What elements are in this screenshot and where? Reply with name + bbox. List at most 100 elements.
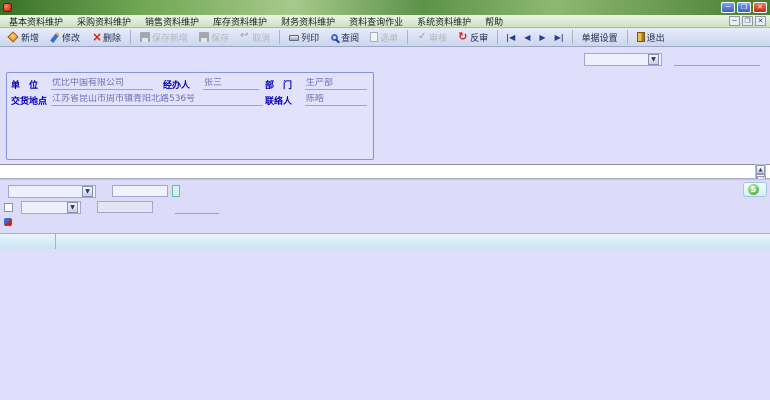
hint-icon	[4, 218, 12, 226]
form-field-label: 联络人	[265, 96, 293, 107]
chevron-down-icon[interactable]: ▼	[67, 201, 78, 213]
toolbar-separator	[571, 30, 573, 44]
ime-toolbar[interactable]: S	[743, 182, 767, 197]
new-icon	[7, 31, 19, 43]
toolbar-button-label: 修改	[62, 33, 81, 44]
toolbar-button-单据设置[interactable]: 单据设置	[577, 29, 623, 46]
form-field-1-1: 联络人 陈皓	[265, 94, 369, 107]
toolbar-button-查阅[interactable]: 查阅	[325, 29, 364, 46]
maker-value	[175, 201, 219, 214]
exit-icon	[636, 32, 645, 42]
bank-combo[interactable]: ▼	[21, 200, 81, 214]
save-icon	[199, 32, 210, 42]
toolbar-button-label: 取消	[252, 33, 271, 44]
mdi-restore-button[interactable]: ❐	[742, 16, 753, 26]
toolbar-button-选单: 选单	[365, 29, 403, 46]
sale-no-value[interactable]	[674, 53, 760, 66]
app-icon	[3, 3, 12, 12]
toolbar-button-label: |◀	[506, 32, 516, 42]
toolbar-separator	[626, 30, 628, 44]
form-field-label: 单 位	[11, 80, 39, 91]
form-field-value[interactable]: 张三	[203, 78, 259, 90]
payment-method-combo[interactable]: ▼	[8, 184, 96, 198]
toolbar-button-退出[interactable]: 退出	[632, 29, 670, 46]
totals-bar	[0, 164, 770, 179]
toolbar-button-label: 保存新增	[152, 33, 189, 44]
form-field-1-0: 交货地点 江苏省昆山市周市镇青阳北路536号	[11, 94, 265, 107]
form-row: 交货地点 江苏省昆山市周市镇青阳北路536号 联络人 陈皓	[11, 92, 369, 108]
ime-logo-icon[interactable]: S	[748, 184, 759, 195]
toolbar-button-label: 查阅	[341, 33, 360, 44]
chevron-down-icon[interactable]: ▼	[648, 54, 659, 65]
bottom-panel: ▼ ▼ S	[0, 179, 770, 233]
toolbar-button-删除[interactable]: 删除	[86, 29, 126, 46]
toolbar-button-label: ◀	[524, 32, 531, 42]
minimize-button[interactable]: ─	[721, 2, 735, 13]
form-field-value[interactable]: 江苏省昆山市周市镇青阳北路536号	[51, 94, 263, 106]
scroll-up-icon[interactable]: ▲	[756, 165, 765, 174]
currency-badge[interactable]	[172, 185, 180, 197]
title-bar: ─ ❐ ✕	[0, 0, 770, 15]
toolbar-button-修改[interactable]: 修改	[45, 29, 85, 46]
menu-item-6[interactable]: 系统资料维护	[410, 15, 478, 28]
bank-checkbox[interactable]	[4, 202, 13, 212]
menu-item-7[interactable]: 帮助	[478, 15, 510, 28]
form-field-label: 交货地点	[11, 96, 48, 107]
savenew-icon	[140, 32, 151, 42]
nav-button-16[interactable]: ◀	[520, 31, 534, 44]
menu-item-2[interactable]: 销售资料维护	[138, 15, 206, 28]
doc-header: ▼	[0, 47, 770, 72]
menu-item-0[interactable]: 基本资料维护	[2, 15, 70, 28]
view-icon	[331, 33, 339, 41]
form-field-0-1: 经办人 张三	[163, 78, 265, 91]
menu-item-5[interactable]: 资料查询作业	[342, 15, 410, 28]
menu-item-1[interactable]: 采购资料维护	[70, 15, 138, 28]
menu-item-4[interactable]: 财务资料维护	[274, 15, 342, 28]
toolbar-separator	[279, 30, 281, 44]
mdi-minimize-button[interactable]: ─	[729, 16, 740, 26]
toolbar-button-列印[interactable]: 列印	[284, 29, 324, 46]
receipt-amount-input[interactable]	[97, 201, 153, 213]
menu-item-3[interactable]: 库存资料维护	[206, 15, 274, 28]
statusbar-left	[0, 234, 56, 249]
print-icon	[289, 35, 300, 41]
toolbar-button-label: 选单	[380, 33, 399, 44]
toolbar-button-反审[interactable]: 反审	[453, 29, 493, 46]
toolbar-button-label: 列印	[301, 33, 320, 44]
toolbar-button-label: 退出	[646, 33, 665, 44]
unaudit-icon	[458, 30, 468, 43]
toolbar-separator	[407, 30, 409, 44]
toolbar-button-审核: 审核	[412, 29, 452, 46]
sale-date-combo[interactable]: ▼	[584, 53, 662, 66]
toolbar-button-label: ▶|	[554, 32, 564, 42]
toolbar-separator	[497, 30, 499, 44]
mdi-window-controls: ─ ❐ ✕	[729, 16, 768, 26]
close-button[interactable]: ✕	[753, 2, 767, 13]
toolbar-button-label: 新增	[21, 33, 40, 44]
nav-button-18[interactable]: ▶|	[551, 31, 568, 44]
toolbar-button-取消: 取消	[235, 29, 275, 46]
audit-icon	[417, 31, 427, 42]
nav-button-17[interactable]: ▶	[535, 31, 549, 44]
toolbar-button-label: 审核	[429, 33, 448, 44]
toolbar-button-label: ▶	[539, 32, 546, 42]
form-row: 单 位 优比中国有限公司 经办人 张三部 门 生产部	[11, 76, 369, 92]
nav-button-15[interactable]: |◀	[502, 31, 519, 44]
form-field-0-2: 部 门 生产部	[265, 78, 369, 91]
order-info-box: 单 位 优比中国有限公司 经办人 张三部 门 生产部 交货地点 江苏省昆山市周市镇青阳北路5…	[6, 72, 374, 160]
form-region: 单 位 优比中国有限公司 经办人 张三部 门 生产部 交货地点 江苏省昆山市周市镇青阳北路5…	[0, 72, 770, 162]
form-field-value[interactable]: 陈皓	[305, 94, 367, 106]
pick-icon	[370, 32, 379, 42]
chevron-down-icon[interactable]: ▼	[82, 185, 93, 197]
toolbar-button-label: 保存	[211, 33, 230, 44]
form-field-value[interactable]: 优比中国有限公司	[51, 78, 153, 90]
toolbar-button-新增[interactable]: 新增	[3, 29, 44, 46]
discount-input[interactable]	[112, 185, 168, 197]
status-bar	[0, 233, 770, 249]
mdi-close-button[interactable]: ✕	[755, 16, 766, 26]
form-field-value[interactable]: 生产部	[305, 78, 367, 90]
del-icon	[91, 30, 102, 44]
cancel-icon	[240, 30, 250, 42]
restore-button[interactable]: ❐	[737, 2, 751, 13]
form-field-0-0: 单 位 优比中国有限公司	[11, 78, 163, 91]
